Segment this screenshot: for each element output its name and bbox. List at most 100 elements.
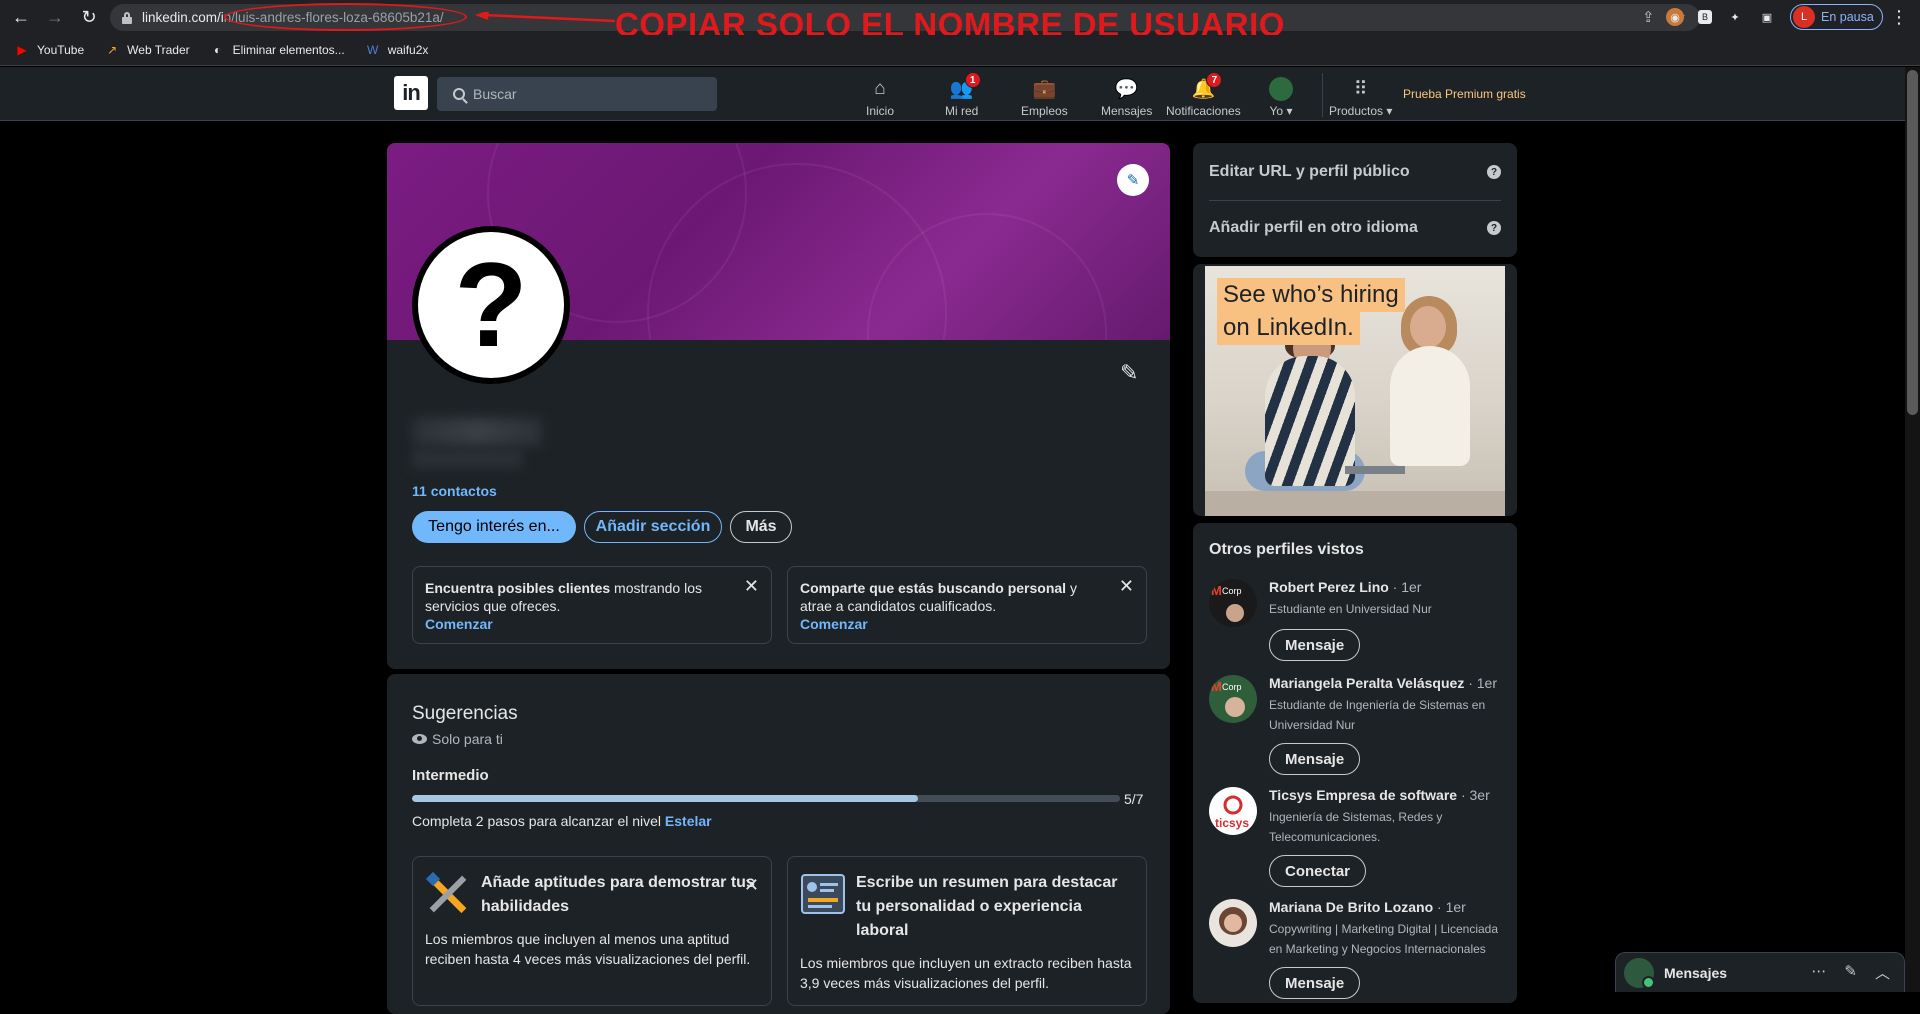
nav-item-mensajes[interactable]: 💬 Mensajes <box>1101 72 1152 118</box>
eliminar-icon: ◐ <box>214 43 222 57</box>
help-icon[interactable]: ? <box>1487 165 1501 179</box>
share-icon[interactable]: ⇪ <box>1642 8 1655 26</box>
add-section-button[interactable]: Añadir sección <box>584 511 722 543</box>
connect-button[interactable]: Conectar <box>1269 855 1367 887</box>
profile-photo[interactable]: ? <box>412 226 570 384</box>
more-options-icon[interactable]: ⋯ <box>1811 962 1826 983</box>
blurred-profile-headline <box>412 450 522 468</box>
tip-start-link[interactable]: Comenzar <box>425 616 493 632</box>
mcorp-logo-icon: M Corp <box>1211 679 1245 717</box>
nav-item-productos[interactable]: ⠿ Productos ▾ <box>1329 72 1392 119</box>
svg-text:M: M <box>1211 583 1222 598</box>
linkedin-logo[interactable]: in <box>394 76 428 110</box>
edit-url-link[interactable]: Editar URL y perfil público ? <box>1209 163 1501 181</box>
nav-label: Mensajes <box>1101 104 1153 118</box>
close-icon[interactable]: ✕ <box>744 577 759 595</box>
extension-owl-icon[interactable]: ◉ <box>1666 8 1684 26</box>
person-item: M Corp Robert Perez Lino · 1er Estudiante… <box>1209 579 1509 669</box>
url-domain: linkedin.com/i <box>142 10 224 25</box>
chevron-up-icon[interactable]: ︿ <box>1875 962 1890 983</box>
nav-item-yo[interactable]: Yo ▾ <box>1268 72 1294 118</box>
reload-icon[interactable]: ↻ <box>76 5 102 31</box>
ad-headline-2: on LinkedIn. <box>1217 311 1360 345</box>
extensions-puzzle-icon[interactable]: ✦ <box>1726 8 1744 26</box>
browser-menu-icon[interactable]: ⋮ <box>1890 7 1908 28</box>
nav-label: Empleos <box>1021 104 1068 118</box>
messaging-dock[interactable]: Mensajes ⋯ ✎ ︿ <box>1615 952 1905 992</box>
nav-item-notificaciones[interactable]: 🔔 7 Notificaciones <box>1166 72 1241 118</box>
tip-card-hiring: Comparte que estás buscando personal y a… <box>787 566 1147 644</box>
tip-start-link[interactable]: Comenzar <box>800 616 868 632</box>
bookmark-eliminar[interactable]: ◐ Eliminar elementos... <box>210 43 345 57</box>
bookmark-web-trader[interactable]: ↗ Web Trader <box>104 43 190 57</box>
mcorp-logo-icon: M Corp <box>1211 583 1244 622</box>
svg-text:M: M <box>1211 679 1222 694</box>
ad-image[interactable]: See who’s hiring on LinkedIn. <box>1205 266 1505 516</box>
scrollbar-thumb[interactable] <box>1907 70 1918 415</box>
person-name[interactable]: Ticsys Empresa de software · 3er <box>1269 787 1490 803</box>
forward-icon[interactable]: → <box>42 5 68 31</box>
person-avatar[interactable] <box>1209 899 1257 947</box>
bookmark-youtube[interactable]: ▶ YouTube <box>14 43 84 57</box>
level-description-text: Completa 2 pasos para alcanzar el nivel <box>412 813 665 829</box>
progress-label: 5/7 <box>1124 791 1144 807</box>
ad-card: See who’s hiring on LinkedIn. <box>1193 264 1517 516</box>
ticsys-logo-icon: ticsys <box>1215 795 1249 830</box>
pencil-icon: ✎ <box>1126 172 1140 189</box>
person-avatar[interactable]: M Corp <box>1209 579 1257 627</box>
edit-url-label: Editar URL y perfil público <box>1209 163 1410 180</box>
briefcase-icon: 💼 <box>1032 79 1057 100</box>
contacts-link[interactable]: 11 contactos <box>412 483 497 499</box>
suggestion-title: Escribe un resumen para destacar tu pers… <box>856 874 1118 939</box>
edit-intro-pencil-icon[interactable]: ✎ <box>1120 360 1138 386</box>
bookmark-waifu2x[interactable]: W waifu2x <box>365 43 429 57</box>
back-icon[interactable]: ← <box>8 5 34 31</box>
compose-icon[interactable]: ✎ <box>1844 962 1857 983</box>
bookmark-label: waifu2x <box>387 43 429 57</box>
open-to-button[interactable]: Tengo interés en... <box>412 511 576 543</box>
nav-separator <box>1322 73 1323 117</box>
extension-b-icon[interactable]: B <box>1698 10 1712 24</box>
search-input[interactable]: Buscar <box>437 77 717 111</box>
nav-label: Inicio <box>866 104 895 118</box>
message-button[interactable]: Mensaje <box>1269 629 1361 661</box>
premium-link[interactable]: Prueba Premium gratis <box>1403 87 1526 101</box>
help-icon[interactable]: ? <box>1487 221 1501 235</box>
message-button[interactable]: Mensaje <box>1269 743 1361 775</box>
nav-item-inicio[interactable]: ⌂ Inicio <box>866 72 894 118</box>
edit-cover-button[interactable]: ✎ <box>1117 164 1149 196</box>
person-item: ticsys Ticsys Empresa de software · 3er … <box>1209 787 1509 897</box>
ad-person-body <box>1265 356 1355 486</box>
close-icon[interactable]: ✕ <box>1119 577 1134 595</box>
notification-badge: 1 <box>964 72 981 88</box>
lock-icon[interactable] <box>122 11 132 24</box>
person-item: Mariana De Brito Lozano · 1er Copywritin… <box>1209 899 1509 1009</box>
nav-item-mi-red[interactable]: 👥 1 Mi red <box>945 72 981 118</box>
person-name[interactable]: Mariangela Peralta Velásquez · 1er <box>1269 675 1497 691</box>
svg-text:Corp: Corp <box>1222 682 1242 692</box>
bookmark-label: YouTube <box>37 43 85 57</box>
nav-label: Yo ▾ <box>1269 104 1293 118</box>
side-panel-icon[interactable]: ▣ <box>1758 8 1776 26</box>
profile-pause-button[interactable]: L En pausa <box>1790 4 1883 30</box>
eye-icon <box>412 734 427 744</box>
add-language-link[interactable]: Añadir perfil en otro idioma ? <box>1209 219 1501 237</box>
question-mark-icon: ? <box>418 232 564 378</box>
person-name[interactable]: Mariana De Brito Lozano · 1er <box>1269 899 1466 915</box>
annotation-ellipse <box>224 3 467 31</box>
close-icon[interactable]: ✕ <box>744 875 759 896</box>
suggestions-subtitle-text: Solo para ti <box>432 731 503 747</box>
progress-fill <box>412 795 918 802</box>
person-headline: Ingeniería de Sistemas, Redes y Telecomu… <box>1269 810 1443 844</box>
more-button[interactable]: Más <box>730 511 792 543</box>
person-avatar[interactable]: ticsys <box>1209 787 1257 835</box>
person-name[interactable]: Robert Perez Lino · 1er <box>1269 579 1421 595</box>
level-link[interactable]: Estelar <box>665 813 712 829</box>
svg-text:ticsys: ticsys <box>1215 816 1249 830</box>
linkedin-navbar: in Buscar ⌂ Inicio 👥 1 Mi red 💼 Empleos 💬… <box>0 67 1905 121</box>
nav-item-empleos[interactable]: 💼 Empleos <box>1021 72 1068 118</box>
nav-label: Notificaciones <box>1166 104 1241 118</box>
person-avatar[interactable]: M Corp <box>1209 675 1257 723</box>
message-button[interactable]: Mensaje <box>1269 967 1361 999</box>
blurred-profile-name <box>412 418 542 446</box>
